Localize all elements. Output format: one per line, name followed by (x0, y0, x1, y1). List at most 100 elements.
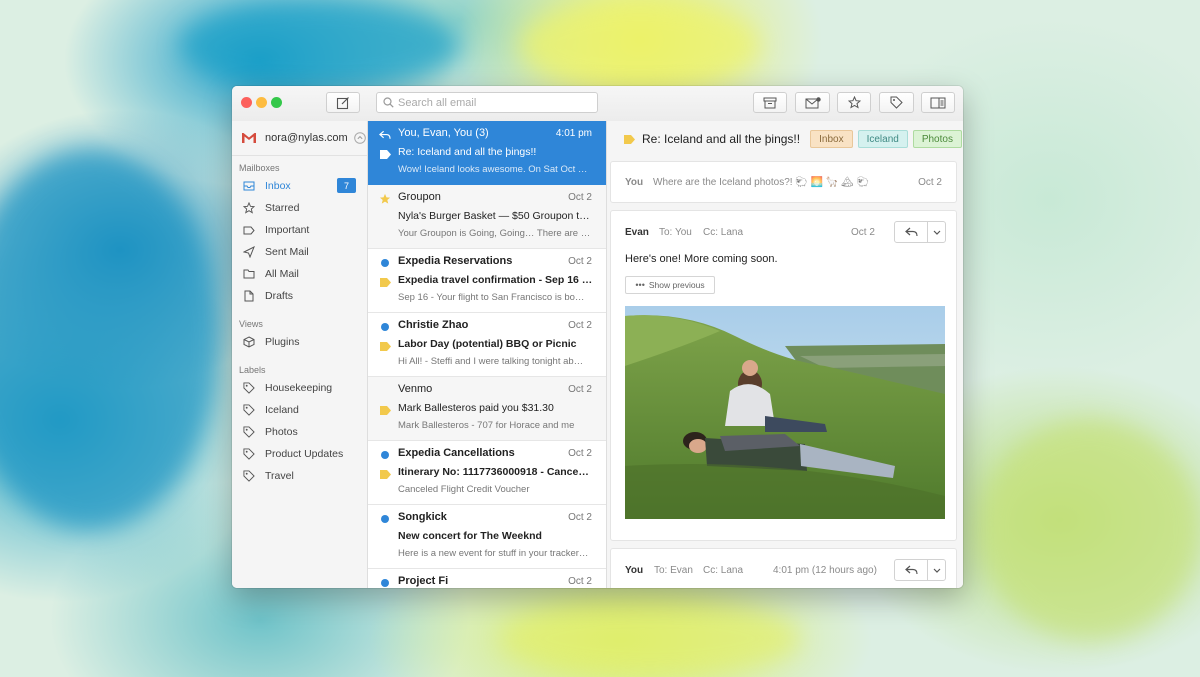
message-date: 4:01 pm (12 hours ago) (773, 565, 877, 576)
thread-subject: Expedia travel confirmation - Sep 16 … (398, 274, 593, 286)
thread-date: Oct 2 (568, 512, 592, 523)
sidebar-item-label: Plugins (265, 336, 300, 348)
thread-status (379, 129, 391, 141)
sidebar-item-label: Drafts (265, 290, 294, 302)
tag-icon (243, 404, 255, 416)
thread-row[interactable]: Expedia Cancellations Oct 2 Itinerary No… (368, 441, 606, 505)
mark-unread-button[interactable] (795, 92, 830, 113)
sidebar-item-label: Iceland (265, 404, 299, 416)
thread-date: Oct 2 (568, 320, 592, 331)
reply-button[interactable] (895, 222, 928, 242)
thread-date: Oct 2 (568, 576, 592, 587)
thread-tag (379, 341, 391, 351)
sidebar-item-label: Starred (265, 202, 300, 214)
sidebar-item-label: Inbox (265, 180, 291, 192)
label-chip-iceland[interactable]: Iceland (857, 130, 908, 148)
unread-dot (381, 579, 389, 587)
thread-snippet: Sep 16 - Your flight to San Francisco is… (398, 292, 585, 303)
toolbar (232, 86, 963, 122)
sidebar-item-product-updates[interactable]: Product Updates (232, 444, 367, 464)
sidebar-item-all-mail[interactable]: All Mail (232, 264, 367, 284)
message-snippet: Where are the Iceland photos?! 🐑 🌅 🦙 🏔 🐑 (653, 177, 869, 188)
label-chip-photos[interactable]: Photos (912, 130, 962, 148)
zoom-window-button[interactable] (271, 97, 282, 108)
sidebar-item-drafts[interactable]: Drafts (232, 286, 367, 306)
account-switcher[interactable]: nora@nylas.com (232, 121, 367, 156)
sidebar-item-plugins[interactable]: Plugins (232, 332, 367, 352)
message-reader: Re: Iceland and all the þings!! Inbox Ic… (607, 121, 963, 588)
message-date: Oct 2 (851, 227, 875, 238)
thread-date: Oct 2 (568, 384, 592, 395)
thread-row[interactable]: You, Evan, You (3) 4:01 pm Re: Iceland a… (368, 121, 606, 185)
tag-button[interactable] (879, 92, 914, 113)
sidebar-item-label: All Mail (265, 268, 299, 280)
thread-tag (379, 213, 391, 223)
message-sender: You (625, 177, 644, 188)
chevron-up-icon[interactable] (353, 132, 366, 144)
thread-row[interactable]: Groupon Oct 2 Nyla's Burger Basket — $50… (368, 185, 606, 249)
thread-status (379, 385, 391, 397)
thread-list: You, Evan, You (3) 4:01 pm Re: Iceland a… (368, 121, 607, 588)
sidebar-item-label: Travel (265, 470, 294, 482)
reply-button[interactable] (895, 560, 928, 580)
thread-row[interactable]: Venmo Oct 2 Mark Ballesteros paid you $3… (368, 377, 606, 441)
thread-row[interactable]: Expedia Reservations Oct 2 Expedia trave… (368, 249, 606, 313)
reply-options-button[interactable] (928, 560, 945, 580)
sidebar-item-label: Housekeeping (265, 382, 333, 394)
message-body: Here's one! More coming soon. (625, 253, 778, 265)
archive-button[interactable] (753, 92, 787, 113)
sidebar-item-sent-mail[interactable]: Sent Mail (232, 242, 367, 262)
search-input[interactable] (398, 96, 588, 109)
close-window-button[interactable] (241, 97, 252, 108)
star-icon[interactable] (379, 193, 391, 205)
collapsed-message[interactable]: You Where are the Iceland photos?! 🐑 🌅 🦙… (610, 161, 957, 203)
sidebar-item-iceland[interactable]: Iceland (232, 400, 367, 420)
mark-unread-icon (805, 96, 821, 108)
compose-button[interactable] (326, 92, 360, 113)
expanded-message: Evan To: You Cc: Lana Oct 2 Here's one! … (610, 210, 957, 541)
gmail-icon (242, 133, 256, 143)
labels-heading: Labels (239, 365, 266, 375)
mail-window: nora@nylas.com Mailboxes Inbox 7 Starred… (232, 86, 963, 588)
message-sender: You (625, 565, 644, 576)
thread-snippet: Mark Ballesteros - 707 for Horace and me (398, 420, 575, 431)
search-box[interactable] (376, 92, 598, 113)
sidebar-item-photos[interactable]: Photos (232, 422, 367, 442)
thread-status (379, 513, 391, 525)
thread-row[interactable]: Christie Zhao Oct 2 Labor Day (potential… (368, 313, 606, 377)
background-splash (0, 150, 220, 530)
compose-icon (336, 96, 349, 109)
minimize-window-button[interactable] (256, 97, 267, 108)
important-icon (379, 149, 391, 159)
reply-options-button[interactable] (928, 222, 945, 242)
sidebar-item-label: Sent Mail (265, 246, 309, 258)
tag-icon (890, 96, 903, 109)
thread-row[interactable]: Project Fi Oct 2 (368, 569, 606, 588)
sidebar-item-inbox[interactable]: Inbox 7 (232, 176, 367, 196)
thread-date: 4:01 pm (555, 128, 592, 139)
background-splash (180, 0, 460, 90)
archive-icon (763, 97, 777, 108)
important-icon (379, 341, 391, 351)
reader-header: Re: Iceland and all the þings!! Inbox Ic… (607, 121, 963, 157)
reply-icon (904, 227, 918, 237)
attached-photo[interactable] (625, 306, 945, 519)
sidebar-item-travel[interactable]: Travel (232, 466, 367, 486)
sidebar-item-starred[interactable]: Starred (232, 198, 367, 218)
thread-date: Oct 2 (568, 192, 592, 203)
thread-row[interactable]: Songkick Oct 2 New concert for The Weekn… (368, 505, 606, 569)
mailboxes-heading: Mailboxes (239, 163, 280, 173)
plugin-icon (243, 336, 255, 348)
sidebar-item-housekeeping[interactable]: Housekeeping (232, 378, 367, 398)
background-splash (500, 600, 800, 677)
sidebar-toggle-button[interactable] (921, 92, 955, 113)
background-splash (520, 0, 760, 90)
sidebar-item-important[interactable]: Important (232, 220, 367, 240)
star-button[interactable] (837, 92, 871, 113)
tag-icon (243, 382, 255, 394)
label-chip-inbox[interactable]: Inbox (810, 130, 853, 148)
important-icon (379, 277, 391, 287)
show-previous-button[interactable]: ••• Show previous (625, 276, 715, 294)
sidebar-item-label: Important (265, 224, 310, 236)
inbox-icon (243, 181, 255, 191)
